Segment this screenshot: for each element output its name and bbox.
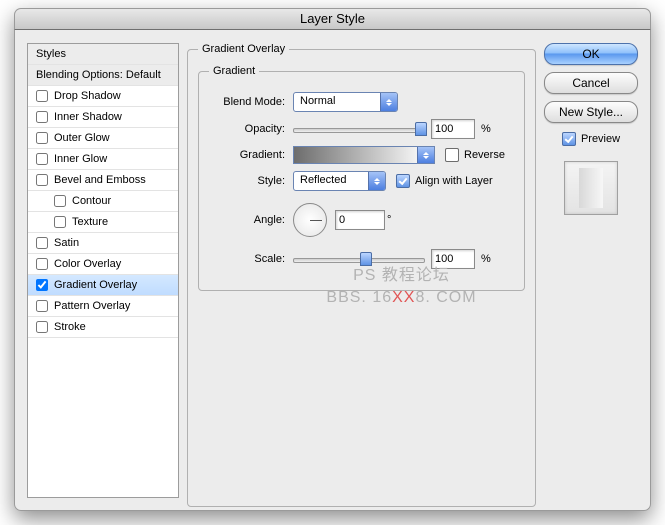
sidebar-item-bevel-and-emboss[interactable]: Bevel and Emboss: [28, 170, 178, 191]
sidebar-item-outer-glow[interactable]: Outer Glow: [28, 128, 178, 149]
sidebar-item-checkbox[interactable]: [36, 132, 48, 144]
sidebar-item-checkbox[interactable]: [36, 321, 48, 333]
sidebar-item-pattern-overlay[interactable]: Pattern Overlay: [28, 296, 178, 317]
sidebar-item-label: Drop Shadow: [54, 90, 121, 102]
window-titlebar: Layer Style: [14, 8, 651, 30]
sidebar-item-color-overlay[interactable]: Color Overlay: [28, 254, 178, 275]
sidebar-item-checkbox[interactable]: [36, 279, 48, 291]
gradient-label: Gradient:: [209, 149, 293, 161]
style-select[interactable]: Reflected: [293, 171, 386, 191]
opacity-label: Opacity:: [209, 123, 293, 135]
sidebar-blending-label: Blending Options: Default: [36, 69, 161, 81]
angle-unit: °: [387, 214, 391, 226]
sidebar-item-checkbox[interactable]: [54, 216, 66, 228]
sidebar-item-label: Satin: [54, 237, 79, 249]
preview-checkbox[interactable]: [562, 132, 576, 146]
sidebar-item-checkbox[interactable]: [36, 174, 48, 186]
sidebar-styles-header[interactable]: Styles: [28, 44, 178, 65]
sidebar-item-inner-glow[interactable]: Inner Glow: [28, 149, 178, 170]
preview-label: Preview: [581, 133, 620, 145]
sidebar-header-label: Styles: [36, 48, 66, 60]
align-checkbox[interactable]: [396, 174, 410, 188]
sidebar-item-label: Inner Glow: [54, 153, 107, 165]
scale-label: Scale:: [209, 253, 293, 265]
sidebar-item-label: Color Overlay: [54, 258, 121, 270]
sidebar-item-gradient-overlay[interactable]: Gradient Overlay: [28, 275, 178, 296]
gradient-preview: [294, 147, 417, 163]
sidebar-item-label: Gradient Overlay: [54, 279, 137, 291]
ok-button[interactable]: OK: [544, 43, 638, 65]
angle-field[interactable]: [335, 210, 385, 230]
sidebar-item-checkbox[interactable]: [36, 153, 48, 165]
opacity-field[interactable]: [431, 119, 475, 139]
angle-wheel[interactable]: [293, 203, 327, 237]
chevron-updown-icon: [368, 172, 385, 190]
preview-thumbnail: [564, 161, 618, 215]
sidebar-item-label: Inner Shadow: [54, 111, 122, 123]
opacity-slider[interactable]: [293, 122, 425, 136]
scale-slider[interactable]: [293, 252, 425, 266]
settings-panel: Gradient Overlay Gradient Blend Mode: No…: [187, 43, 536, 498]
sidebar-blending-options[interactable]: Blending Options: Default: [28, 65, 178, 86]
sidebar-item-checkbox[interactable]: [36, 300, 48, 312]
sidebar-item-contour[interactable]: Contour: [28, 191, 178, 212]
sidebar-item-inner-shadow[interactable]: Inner Shadow: [28, 107, 178, 128]
opacity-unit: %: [481, 123, 491, 135]
styles-sidebar: Styles Blending Options: Default Drop Sh…: [27, 43, 179, 498]
blend-mode-label: Blend Mode:: [209, 96, 293, 108]
sidebar-item-label: Outer Glow: [54, 132, 110, 144]
gradient-group-title: Gradient: [209, 65, 259, 77]
sidebar-item-label: Bevel and Emboss: [54, 174, 146, 186]
style-value: Reflected: [294, 172, 368, 190]
sidebar-item-label: Stroke: [54, 321, 86, 333]
scale-unit: %: [481, 253, 491, 265]
angle-label: Angle:: [209, 214, 293, 226]
scale-field[interactable]: [431, 249, 475, 269]
blend-mode-value: Normal: [294, 93, 380, 111]
sidebar-item-texture[interactable]: Texture: [28, 212, 178, 233]
sidebar-item-satin[interactable]: Satin: [28, 233, 178, 254]
align-label: Align with Layer: [415, 175, 493, 187]
reverse-label: Reverse: [464, 149, 505, 161]
cancel-button[interactable]: Cancel: [544, 72, 638, 94]
window-title: Layer Style: [300, 11, 365, 26]
sidebar-item-label: Texture: [72, 216, 108, 228]
sidebar-item-checkbox[interactable]: [36, 111, 48, 123]
sidebar-item-checkbox[interactable]: [36, 237, 48, 249]
action-column: OK Cancel New Style... Preview: [544, 43, 638, 498]
sidebar-item-label: Pattern Overlay: [54, 300, 130, 312]
reverse-checkbox[interactable]: [445, 148, 459, 162]
new-style-button[interactable]: New Style...: [544, 101, 638, 123]
sidebar-item-stroke[interactable]: Stroke: [28, 317, 178, 338]
chevron-updown-icon: [417, 147, 434, 163]
sidebar-item-checkbox[interactable]: [54, 195, 66, 207]
gradient-swatch[interactable]: [293, 146, 435, 164]
blend-mode-select[interactable]: Normal: [293, 92, 398, 112]
style-label: Style:: [209, 175, 293, 187]
sidebar-item-checkbox[interactable]: [36, 258, 48, 270]
sidebar-item-drop-shadow[interactable]: Drop Shadow: [28, 86, 178, 107]
panel-title: Gradient Overlay: [198, 43, 289, 55]
sidebar-item-label: Contour: [72, 195, 111, 207]
chevron-updown-icon: [380, 93, 397, 111]
sidebar-item-checkbox[interactable]: [36, 90, 48, 102]
